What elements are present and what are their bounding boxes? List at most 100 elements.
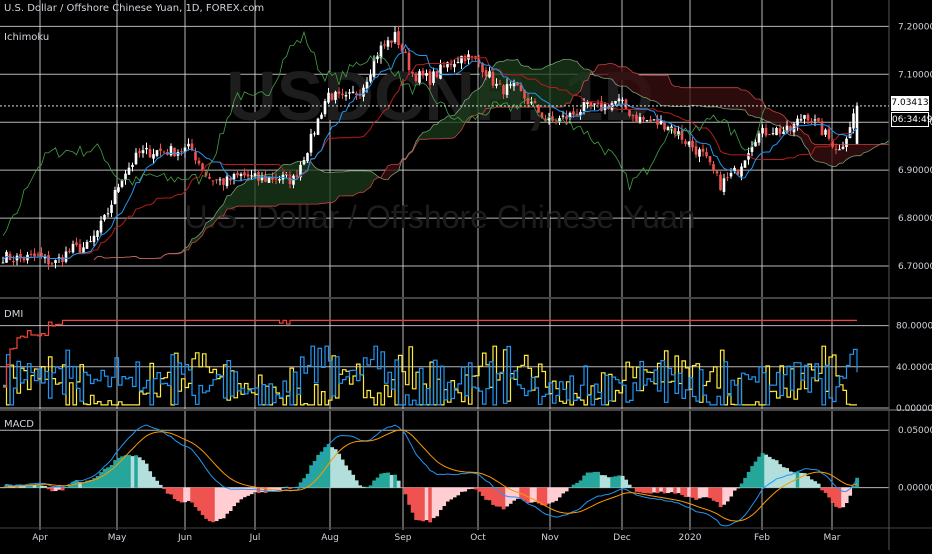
price-tick-label: 6.80000 xyxy=(898,214,932,224)
candle-body xyxy=(65,252,68,262)
macd-bar xyxy=(194,488,198,508)
macd-bar xyxy=(684,488,688,497)
macd-bar xyxy=(512,488,516,501)
candle-body xyxy=(208,177,211,179)
macd-bar xyxy=(103,469,107,488)
macd-bar xyxy=(635,488,639,492)
candle-body xyxy=(149,149,152,157)
macd-bar xyxy=(561,488,565,494)
candle-body xyxy=(495,84,498,86)
macd-bar xyxy=(64,487,68,488)
macd-bar xyxy=(229,488,233,511)
macd-bar xyxy=(670,488,674,493)
macd-bar xyxy=(201,488,205,516)
macd-bar xyxy=(250,488,254,495)
candle-body xyxy=(646,120,649,121)
candle-body xyxy=(345,95,348,96)
macd-bar xyxy=(225,488,229,514)
dmi-label[interactable]: DMI xyxy=(4,309,23,320)
macd-bar xyxy=(624,480,628,488)
candle-body xyxy=(198,161,201,164)
candle-body xyxy=(425,73,428,76)
candle-body xyxy=(712,164,715,171)
candle-body xyxy=(632,115,635,116)
macd-bar xyxy=(656,488,660,494)
macd-bar xyxy=(61,488,65,491)
candle-body xyxy=(100,221,103,233)
macd-bar xyxy=(369,485,373,487)
macd-bar xyxy=(54,488,58,491)
macd-bar xyxy=(736,488,740,489)
cloud-segment xyxy=(602,65,606,79)
candle-body xyxy=(838,149,841,150)
candle-body xyxy=(331,94,334,100)
cloud-segment xyxy=(738,88,742,110)
candle-body xyxy=(145,148,148,149)
candle-body xyxy=(352,92,355,94)
candle-body xyxy=(740,167,743,177)
candle-body xyxy=(572,111,575,114)
cloud-segment xyxy=(703,88,707,107)
candle-body xyxy=(373,60,376,77)
macd-bar xyxy=(820,488,824,491)
macd-bar xyxy=(810,479,814,487)
candle-body xyxy=(138,151,141,153)
macd-bar xyxy=(365,487,369,488)
cloud-segment xyxy=(325,172,329,203)
macd-bar xyxy=(134,455,138,487)
macd-bar xyxy=(551,488,555,503)
macd-bar xyxy=(488,488,492,501)
cloud-segment xyxy=(444,116,448,138)
macd-bar xyxy=(565,488,569,492)
candle-body xyxy=(229,178,232,180)
macd-bar xyxy=(190,488,194,503)
cloud-segment xyxy=(276,168,280,206)
candle-body xyxy=(702,149,705,152)
macd-bar xyxy=(645,488,649,494)
macd-bar xyxy=(715,488,719,502)
candle-body xyxy=(163,152,166,153)
candle-body xyxy=(194,152,197,160)
macd-bar xyxy=(397,481,401,488)
cloud-segment xyxy=(626,67,630,89)
macd-bar xyxy=(166,488,170,494)
macd-bar xyxy=(460,488,464,492)
macd-bar xyxy=(589,472,593,487)
time-tick-label: Nov xyxy=(541,533,559,543)
macd-bar xyxy=(474,488,478,490)
candle-body xyxy=(54,260,57,263)
cloud-segment xyxy=(826,145,830,166)
cloud-segment xyxy=(553,62,557,107)
chart-svg[interactable]: USDCNH, 1DU.S. Dollar / Offshore Chinese… xyxy=(0,0,932,550)
time-tick-label: Mar xyxy=(824,533,841,543)
cloud-segment xyxy=(780,113,784,129)
macd-bar xyxy=(453,488,457,498)
macd-bar xyxy=(733,488,737,491)
macd-bar xyxy=(138,457,142,487)
cloud-segment xyxy=(651,75,655,100)
macd-bar xyxy=(456,488,460,496)
candle-body xyxy=(275,178,278,179)
macd-label[interactable]: MACD xyxy=(4,419,34,430)
candle-body xyxy=(110,205,113,213)
countdown-tag: 06:34:49 xyxy=(891,112,929,127)
macd-bar xyxy=(582,475,586,487)
candle-body xyxy=(614,101,617,104)
candle-body xyxy=(394,32,397,42)
macd-bar xyxy=(491,488,495,505)
macd-bar xyxy=(750,466,754,487)
candle-body xyxy=(310,134,313,153)
cloud-segment xyxy=(633,73,637,94)
macd-bar xyxy=(526,488,530,503)
macd-bar xyxy=(600,475,604,487)
macd-bar xyxy=(544,488,548,506)
macd-bar xyxy=(362,487,366,488)
macd-bar xyxy=(806,476,810,488)
macd-bar xyxy=(617,475,621,487)
candle-body xyxy=(667,127,670,130)
macd-bar xyxy=(435,488,439,517)
cloud-segment xyxy=(563,60,567,107)
macd-bar xyxy=(554,488,558,501)
ichimoku-label[interactable]: Ichimoku xyxy=(4,32,49,43)
dmi-tick-label: 0.00000 xyxy=(896,404,932,414)
